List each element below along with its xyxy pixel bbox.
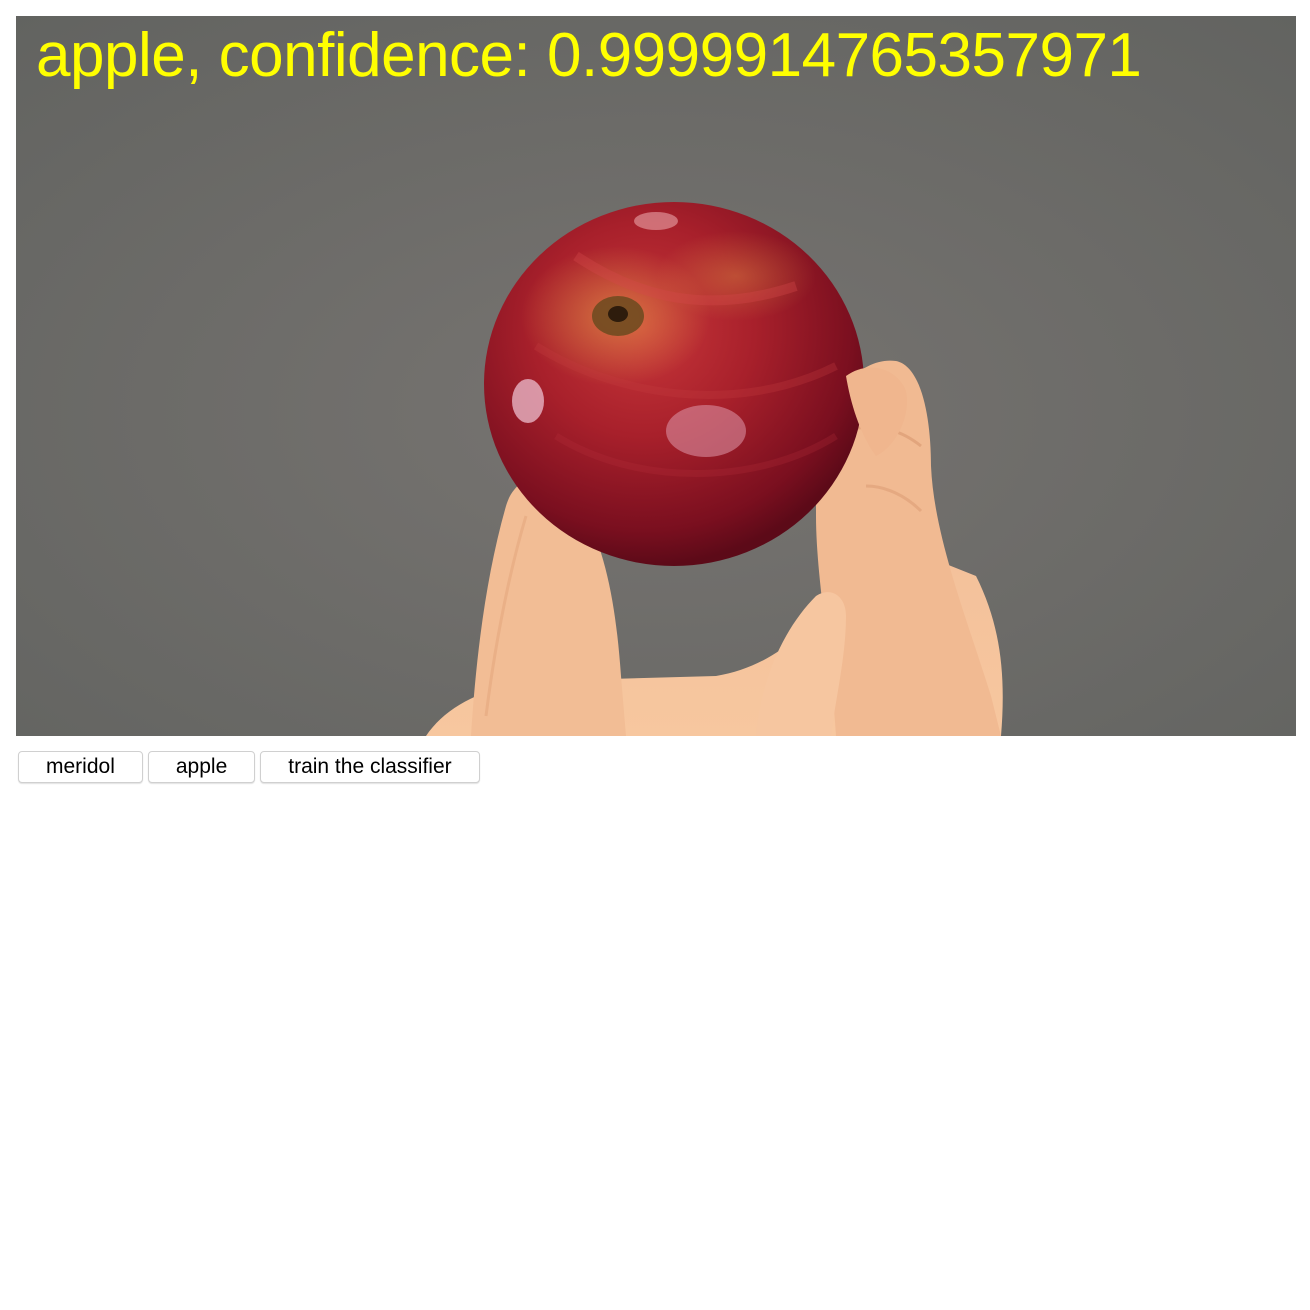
controls-bar: meridol apple train the classifier: [18, 751, 480, 783]
webcam-frame-image: [16, 16, 1296, 736]
train-classifier-button[interactable]: train the classifier: [260, 751, 480, 783]
page: apple, confidence: 0.9999914765357971 me…: [0, 0, 1310, 1310]
prediction-label: apple, confidence: 0.9999914765357971: [36, 21, 1142, 90]
class-meridol-button[interactable]: meridol: [18, 751, 143, 783]
class-apple-button[interactable]: apple: [147, 751, 256, 783]
webcam-video-canvas: apple, confidence: 0.9999914765357971: [16, 16, 1296, 736]
